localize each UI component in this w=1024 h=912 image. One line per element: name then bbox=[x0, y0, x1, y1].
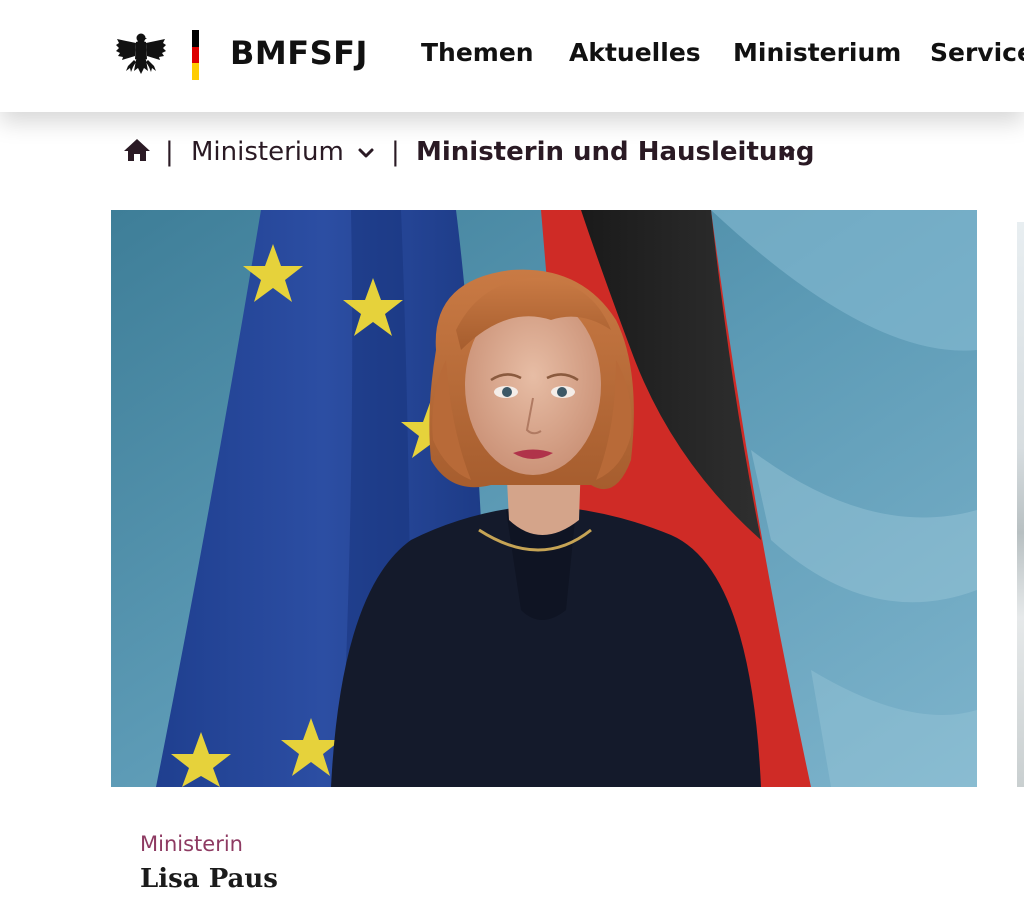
home-icon[interactable] bbox=[123, 138, 151, 162]
brand-name[interactable]: BMFSFJ bbox=[230, 33, 368, 73]
breadcrumb-separator: | bbox=[391, 137, 400, 167]
breadcrumb-item-ministerin-und-hausleitung[interactable]: Ministerin und Hausleitung bbox=[416, 134, 815, 170]
nav-item-service[interactable]: Service bbox=[930, 36, 1024, 70]
chevron-down-icon[interactable] bbox=[778, 146, 796, 160]
flag-red bbox=[192, 46, 199, 64]
flag-black bbox=[192, 30, 199, 47]
person-name: Lisa Paus bbox=[140, 864, 278, 894]
federal-eagle-icon[interactable] bbox=[114, 29, 168, 81]
portrait-illustration bbox=[111, 210, 977, 787]
german-flag-bar bbox=[192, 30, 199, 81]
breadcrumb-item-ministerium[interactable]: Ministerium bbox=[191, 134, 344, 170]
flag-gold bbox=[192, 63, 199, 81]
site-header: BMFSFJ Themen Aktuelles Ministerium Serv… bbox=[0, 0, 1024, 112]
nav-item-themen[interactable]: Themen bbox=[421, 36, 534, 70]
nav-item-aktuelles[interactable]: Aktuelles bbox=[569, 36, 701, 70]
nav-item-ministerium[interactable]: Ministerium bbox=[733, 36, 901, 70]
chevron-down-icon[interactable] bbox=[357, 146, 375, 160]
portrait-photo bbox=[111, 210, 977, 787]
breadcrumb-separator: | bbox=[165, 137, 174, 167]
next-slide-preview[interactable] bbox=[1017, 222, 1024, 787]
person-role: Ministerin bbox=[140, 832, 243, 856]
